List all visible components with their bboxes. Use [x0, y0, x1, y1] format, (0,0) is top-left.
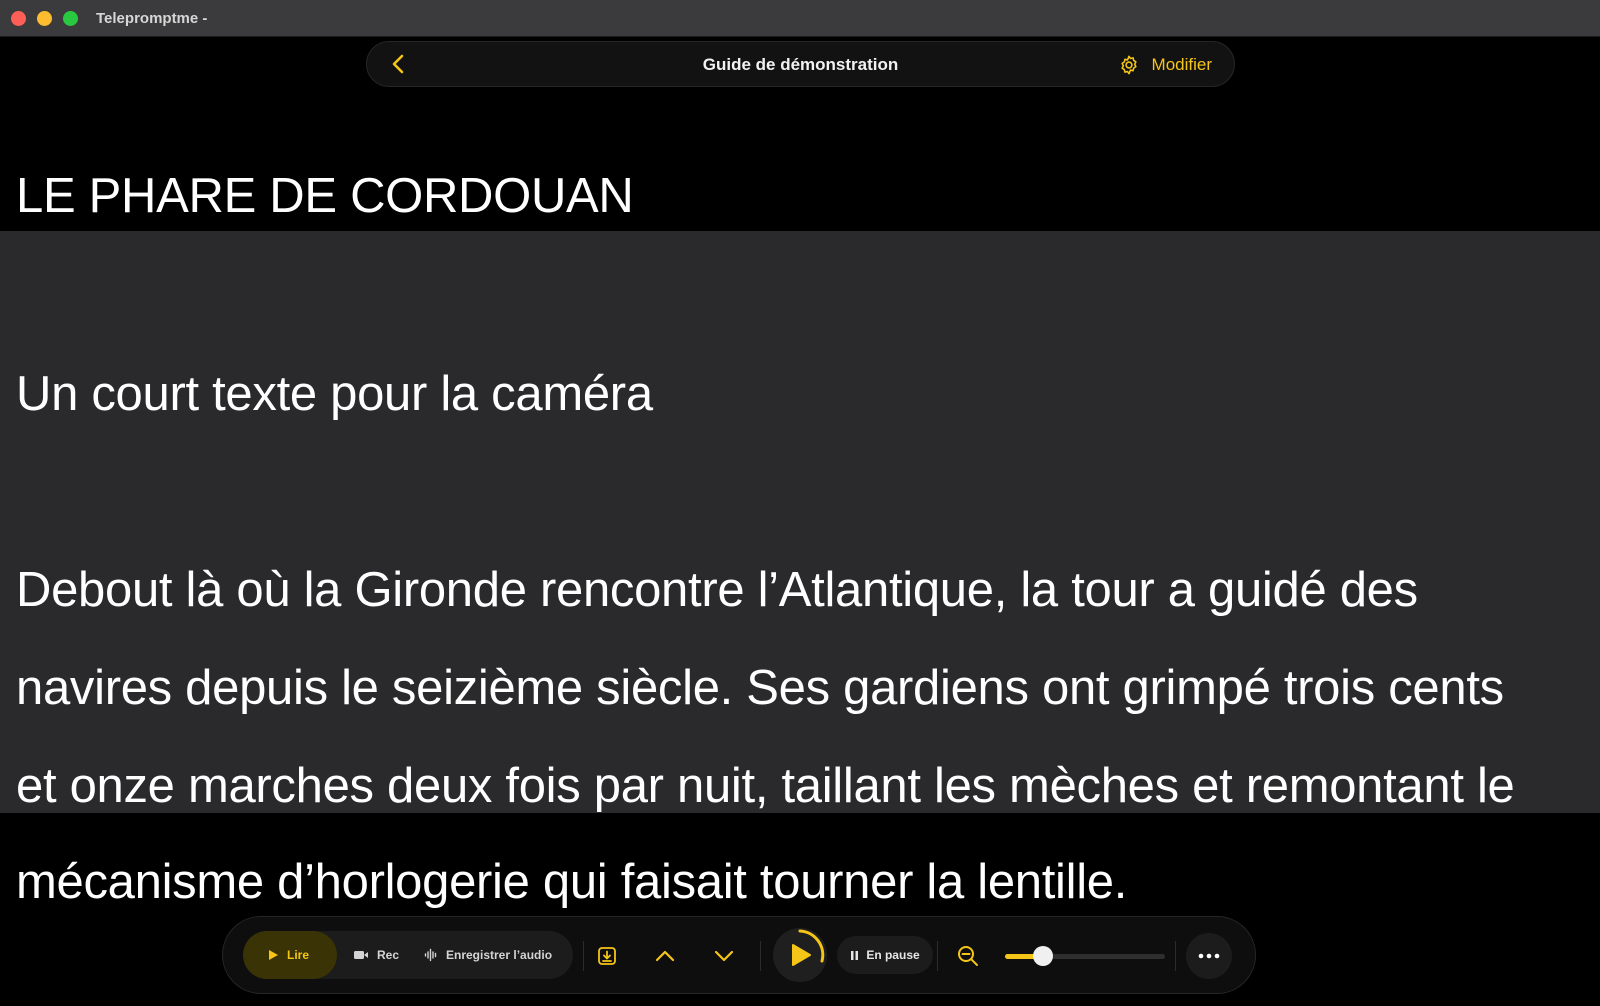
document-title: Guide de démonstration [702, 55, 899, 74]
gear-icon [1120, 55, 1137, 75]
zoom-out-button[interactable] [949, 937, 987, 975]
mode-selector: Lire Rec Enregistrer l’audio [243, 931, 573, 979]
scroll-down-button[interactable] [705, 937, 743, 975]
divider [760, 941, 761, 971]
record-audio-label: Enregistrer l’audio [446, 948, 553, 962]
playback-status-label: En pause [866, 948, 920, 962]
waveform-icon [424, 948, 437, 962]
window-title: Telepromptme - [96, 10, 208, 27]
record-audio-button[interactable]: Enregistrer l’audio [424, 931, 552, 979]
script-viewport[interactable]: LE PHARE DE CORDOUAN Un court texte pour… [0, 88, 1600, 1006]
zoom-out-icon [958, 946, 978, 966]
script-heading: LE PHARE DE CORDOUAN [16, 169, 634, 223]
record-video-label: Rec [377, 948, 400, 962]
playback-status-badge: En pause [837, 936, 933, 974]
document-header: Guide de démonstration Modifier [366, 41, 1235, 87]
video-camera-icon [354, 951, 368, 959]
close-window-button[interactable] [11, 11, 26, 26]
play-icon [269, 950, 278, 960]
divider [937, 941, 938, 971]
reading-focus-band [0, 231, 1600, 813]
script-line: mécanisme d’horlogerie qui faisait tourn… [16, 855, 1128, 909]
script-line: Debout là où la Gironde rencontre l’Atla… [16, 563, 1418, 617]
script-line: navires depuis le seizième siècle. Ses g… [16, 661, 1504, 715]
download-tray-icon [598, 947, 616, 965]
minimize-window-button[interactable] [37, 11, 52, 26]
record-video-button[interactable]: Rec [353, 931, 399, 979]
import-button[interactable] [588, 937, 626, 975]
pause-icon [851, 950, 859, 960]
play-button[interactable] [773, 928, 827, 982]
play-icon [792, 929, 825, 966]
read-mode-button[interactable]: Lire [243, 931, 337, 979]
scroll-up-button[interactable] [646, 937, 684, 975]
playback-control-bar: Lire Rec Enregistrer l’audio En pause [222, 916, 1256, 994]
chevron-down-icon [714, 950, 734, 962]
more-options-button[interactable] [1186, 933, 1232, 979]
divider [583, 941, 584, 971]
script-subtitle: Un court texte pour la caméra [16, 367, 653, 421]
script-line: et onze marches deux fois par nuit, tail… [16, 759, 1515, 813]
read-mode-label: Lire [287, 948, 310, 962]
title-bar: Telepromptme - [0, 0, 1600, 37]
chevron-up-icon [655, 950, 675, 962]
edit-button[interactable]: Modifier [1118, 52, 1212, 78]
more-horizontal-icon [1198, 953, 1220, 959]
app-window: Telepromptme - Guide de démonstration Mo… [0, 0, 1600, 1006]
zoom-slider[interactable] [1005, 946, 1165, 966]
divider [1175, 941, 1176, 971]
zoom-slider-thumb[interactable] [1033, 946, 1054, 966]
maximize-window-button[interactable] [63, 11, 78, 26]
edit-label: Modifier [1151, 55, 1212, 74]
